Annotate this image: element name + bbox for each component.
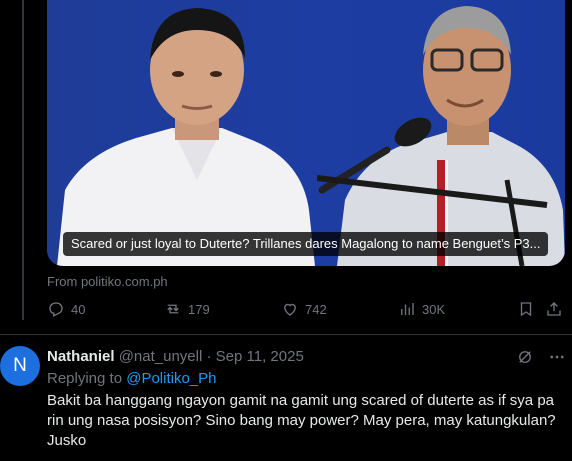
repost-count: 179: [188, 301, 210, 317]
post-top-actions: [516, 348, 566, 366]
author-handle[interactable]: @nat_unyell: [119, 348, 203, 365]
views-button[interactable]: 30K: [398, 300, 445, 318]
left-person-photo: [57, 8, 315, 266]
reply-icon: [49, 302, 63, 317]
reply-button[interactable]: 40: [47, 300, 85, 318]
more-icon[interactable]: [548, 348, 566, 366]
divider: [0, 334, 572, 335]
like-icon: [284, 303, 296, 316]
reply-count: 40: [71, 301, 86, 317]
action-bar: 40 179 742 30K: [47, 300, 565, 326]
replying-to: Replying to @Politiko_Ph: [47, 370, 217, 387]
like-button[interactable]: 742: [281, 300, 327, 318]
share-button[interactable]: [545, 300, 563, 318]
grok-icon[interactable]: [516, 348, 534, 366]
share-icon: [547, 302, 561, 316]
author-name[interactable]: Nathaniel: [47, 348, 115, 365]
card-caption: Scared or just loyal to Duterte? Trillan…: [63, 232, 549, 256]
post-date[interactable]: Sep 11, 2025: [216, 348, 304, 365]
header-separator: ·: [202, 348, 216, 365]
like-count: 742: [305, 301, 327, 317]
post-text: Bakit ba hanggang ngayon gamit na gamit …: [47, 392, 556, 449]
views-count: 30K: [422, 301, 446, 317]
right-person-photo: [317, 6, 565, 266]
link-card[interactable]: Scared or just loyal to Duterte? Trillan…: [47, 0, 565, 266]
repost-button[interactable]: 179: [164, 300, 210, 318]
avatar[interactable]: N: [0, 346, 40, 386]
card-source[interactable]: From politiko.com.ph: [47, 274, 168, 289]
views-icon: [401, 303, 414, 315]
replying-to-mention[interactable]: @Politiko_Ph: [126, 370, 216, 387]
replying-to-label: Replying to: [47, 370, 127, 387]
bookmark-icon: [520, 302, 532, 317]
repost-icon: [167, 304, 179, 314]
reply-header: Nathaniel @nat_unyell · Sep 11, 2025: [47, 348, 304, 365]
bookmark-button[interactable]: [517, 300, 535, 318]
thread-line: [22, 0, 24, 320]
